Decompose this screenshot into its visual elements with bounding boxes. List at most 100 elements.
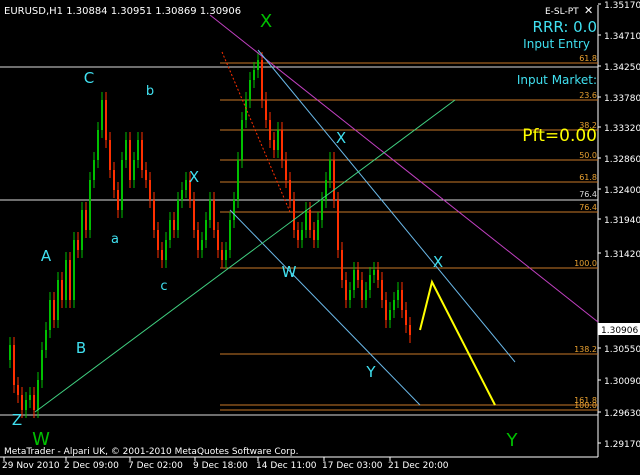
candle-body: [257, 60, 259, 70]
price-label: 1.30550: [604, 345, 640, 355]
candle-body: [109, 140, 111, 170]
candle-body: [297, 230, 299, 240]
candle-body: [157, 230, 159, 250]
price-label: 1.34250: [604, 63, 640, 73]
wave-label-b-upper: B: [76, 339, 86, 357]
candle-body: [97, 130, 99, 160]
fib-label: 50.0: [579, 151, 597, 160]
candle-body: [49, 300, 51, 330]
candle-body: [61, 280, 63, 300]
candle-body: [409, 325, 411, 335]
fib-label: 23.6: [579, 91, 597, 100]
candle-body: [165, 240, 167, 260]
fib-label: 138.2: [574, 345, 597, 354]
candle-body: [377, 270, 379, 280]
candle-body: [177, 200, 179, 230]
candle-body: [73, 240, 75, 300]
candle-body: [265, 100, 267, 120]
candle-body: [29, 395, 31, 400]
price-label: 1.33320: [604, 124, 640, 134]
close-icon[interactable]: ✕: [584, 4, 593, 17]
price-label: 1.29170: [604, 440, 640, 450]
current-price-label: 1.30906: [601, 326, 638, 336]
candle-body: [69, 260, 71, 300]
candle-body: [273, 140, 275, 150]
candle-body: [209, 200, 211, 220]
candle-body: [381, 280, 383, 300]
wave-label-x-right: X: [433, 253, 443, 271]
candle-body: [33, 395, 35, 410]
candle-body: [25, 400, 27, 410]
wave-label-a-upper: A: [41, 247, 52, 265]
input-market-field[interactable]: Input Market:: [517, 73, 597, 87]
candle-body: [361, 280, 363, 300]
candle-body: [169, 220, 171, 240]
copyright-footer: MetaTrader - Alpari UK, © 2001-2010 Meta…: [4, 447, 298, 457]
candle-body: [237, 160, 239, 200]
candle-body: [397, 290, 399, 300]
price-label: 1.33780: [604, 94, 640, 104]
candle-body: [305, 210, 307, 230]
input-entry-field[interactable]: Input Entry: [523, 37, 590, 51]
wave-label-x-top: X: [260, 11, 272, 32]
candle-body: [277, 130, 279, 150]
fib-label: 100.0: [574, 401, 597, 410]
price-label: 1.29630: [604, 409, 640, 419]
candle-body: [101, 100, 103, 130]
candle-body: [37, 380, 39, 410]
time-label: 29 Nov 2010: [2, 461, 60, 471]
fib-label: 76.4: [579, 203, 597, 212]
candle-body: [217, 230, 219, 250]
time-label: 17 Dec 03:00: [322, 461, 383, 471]
candle-body: [357, 270, 359, 280]
candle-body: [329, 160, 331, 180]
candle-body: [229, 220, 231, 250]
candle-body: [309, 210, 311, 230]
price-label: 1.31420: [604, 250, 640, 260]
price-label: 1.31940: [604, 216, 640, 226]
candle-body: [401, 290, 403, 310]
candle-body: [9, 345, 11, 360]
candle-body: [385, 300, 387, 320]
wave-label-b-lower: b: [146, 84, 154, 99]
wave-label-z: Z: [12, 411, 22, 429]
price-label: 1.30090: [604, 377, 640, 387]
candle-body: [173, 220, 175, 230]
candle-body: [333, 160, 335, 200]
candle-body: [393, 300, 395, 310]
candle-body: [293, 200, 295, 230]
candle-body: [77, 240, 79, 250]
candle-body: [53, 300, 55, 320]
price-chart[interactable]: 61.823.638.250.061.876.4100.0138.2161.81…: [0, 0, 640, 475]
candle-body: [137, 140, 139, 160]
candle-body: [325, 180, 327, 200]
candle-body: [373, 270, 375, 275]
fib-label: 76.4: [579, 190, 597, 199]
price-axis-labels: 1.35170 1.34710 1.34250 1.33780 1.33320 1.328…: [598, 1, 640, 450]
candle-body: [149, 180, 151, 200]
time-label: 2 Dec 09:00: [64, 461, 119, 471]
candle-body: [93, 160, 95, 180]
candle-body: [181, 190, 183, 200]
candle-body: [121, 160, 123, 210]
candle-body: [161, 250, 163, 260]
price-label: 1.32860: [604, 155, 640, 165]
candle-body: [313, 230, 315, 240]
time-label: 21 Dec 20:00: [388, 461, 449, 471]
candle-body: [201, 240, 203, 250]
candle-body: [241, 120, 243, 160]
candle-body: [405, 310, 407, 325]
candle-body: [17, 385, 19, 395]
fib-label: 61.8: [579, 173, 597, 182]
candle-body: [193, 200, 195, 230]
candle-body: [301, 230, 303, 240]
candle-body: [269, 120, 271, 140]
candle-body: [369, 275, 371, 290]
candle-body: [233, 200, 235, 220]
candle-body: [321, 200, 323, 220]
candle-body: [245, 100, 247, 120]
candle-body: [221, 250, 223, 260]
fib-label: 100.0: [574, 259, 597, 268]
candle-body: [113, 170, 115, 190]
candle-body: [13, 345, 15, 385]
